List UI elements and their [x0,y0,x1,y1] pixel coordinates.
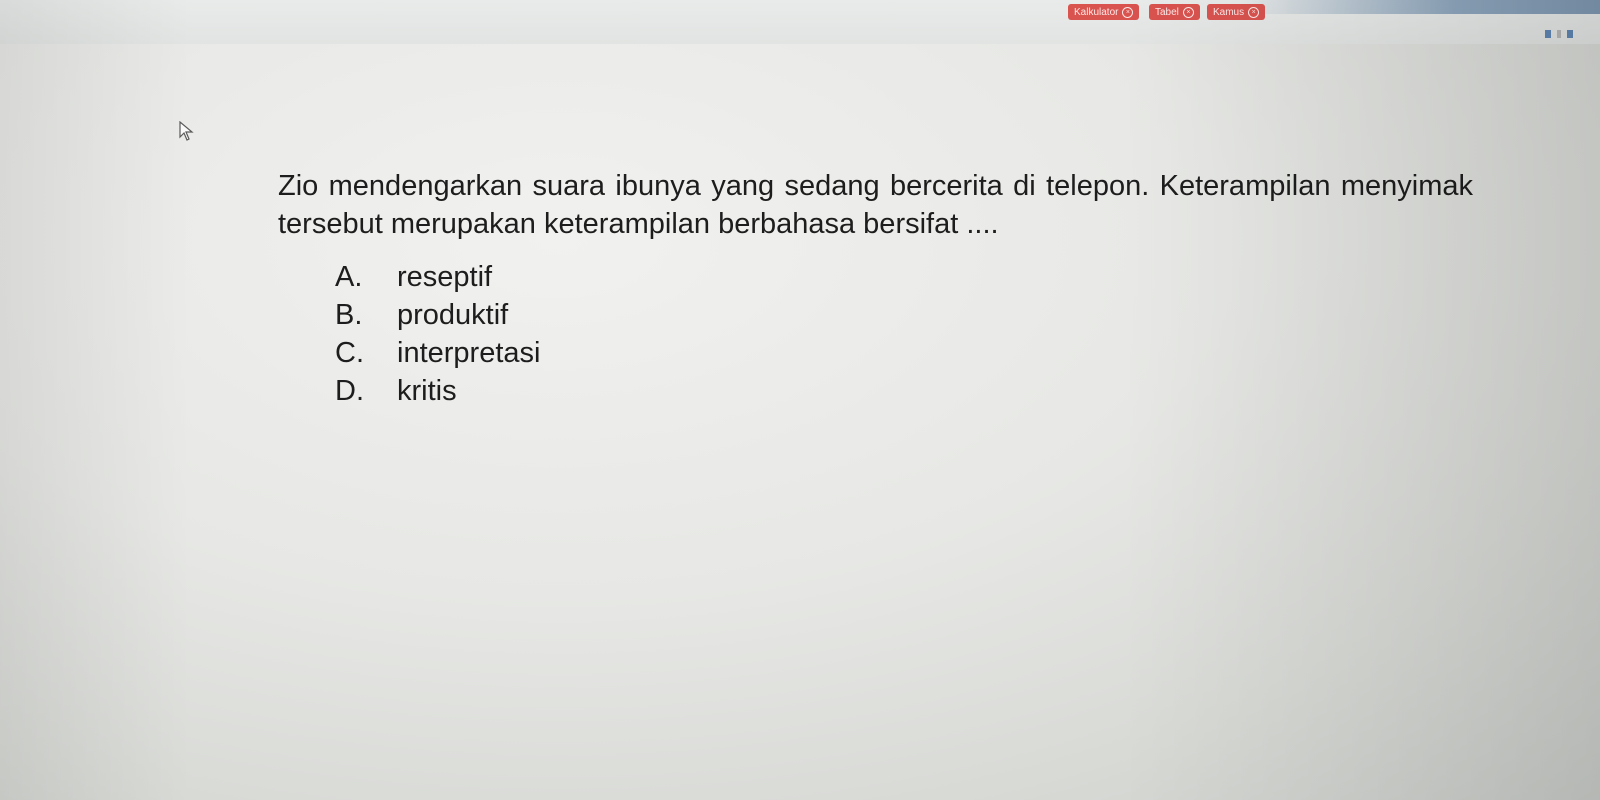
close-icon: × [1248,6,1260,18]
lighting-overlay [0,0,1600,800]
page-icon[interactable] [1545,30,1551,38]
toolbar-edge-highlight [1240,0,1600,14]
option-a[interactable]: A. reseptif [335,258,540,296]
kalkulator-label: Kalkulator [1074,6,1119,18]
option-b[interactable]: B. produktif [335,296,540,334]
option-text: kritis [397,375,457,407]
option-c[interactable]: C. interpretasi [335,334,540,372]
kamus-label: Kamus [1213,6,1245,18]
option-letter: C. [335,337,364,369]
tabel-label: Tabel [1155,6,1179,18]
top-toolbar: Kalkulator × Tabel × Kamus × [0,0,1600,44]
kamus-button[interactable]: Kamus × [1207,4,1266,20]
fullscreen-icon[interactable] [1567,30,1573,38]
tabel-button[interactable]: Tabel × [1149,4,1200,20]
option-letter: B. [335,299,363,331]
close-icon: × [1122,6,1134,18]
mouse-pointer-icon [179,121,194,141]
option-letter: A. [335,261,363,293]
kalkulator-button[interactable]: Kalkulator × [1068,4,1140,20]
option-text: produktif [397,299,509,331]
option-text: reseptif [397,261,493,293]
option-text: interpretasi [397,337,541,369]
option-letter: D. [335,375,364,407]
close-icon: × [1182,6,1194,18]
window-controls[interactable] [1545,30,1573,38]
question-text: Zio mendengarkan suara ibunya yang sedan… [278,170,1473,240]
option-d[interactable]: D. kritis [335,372,540,410]
separator-icon [1557,30,1561,38]
answer-options: A. reseptif B. produktif C. interpretasi… [335,258,540,410]
